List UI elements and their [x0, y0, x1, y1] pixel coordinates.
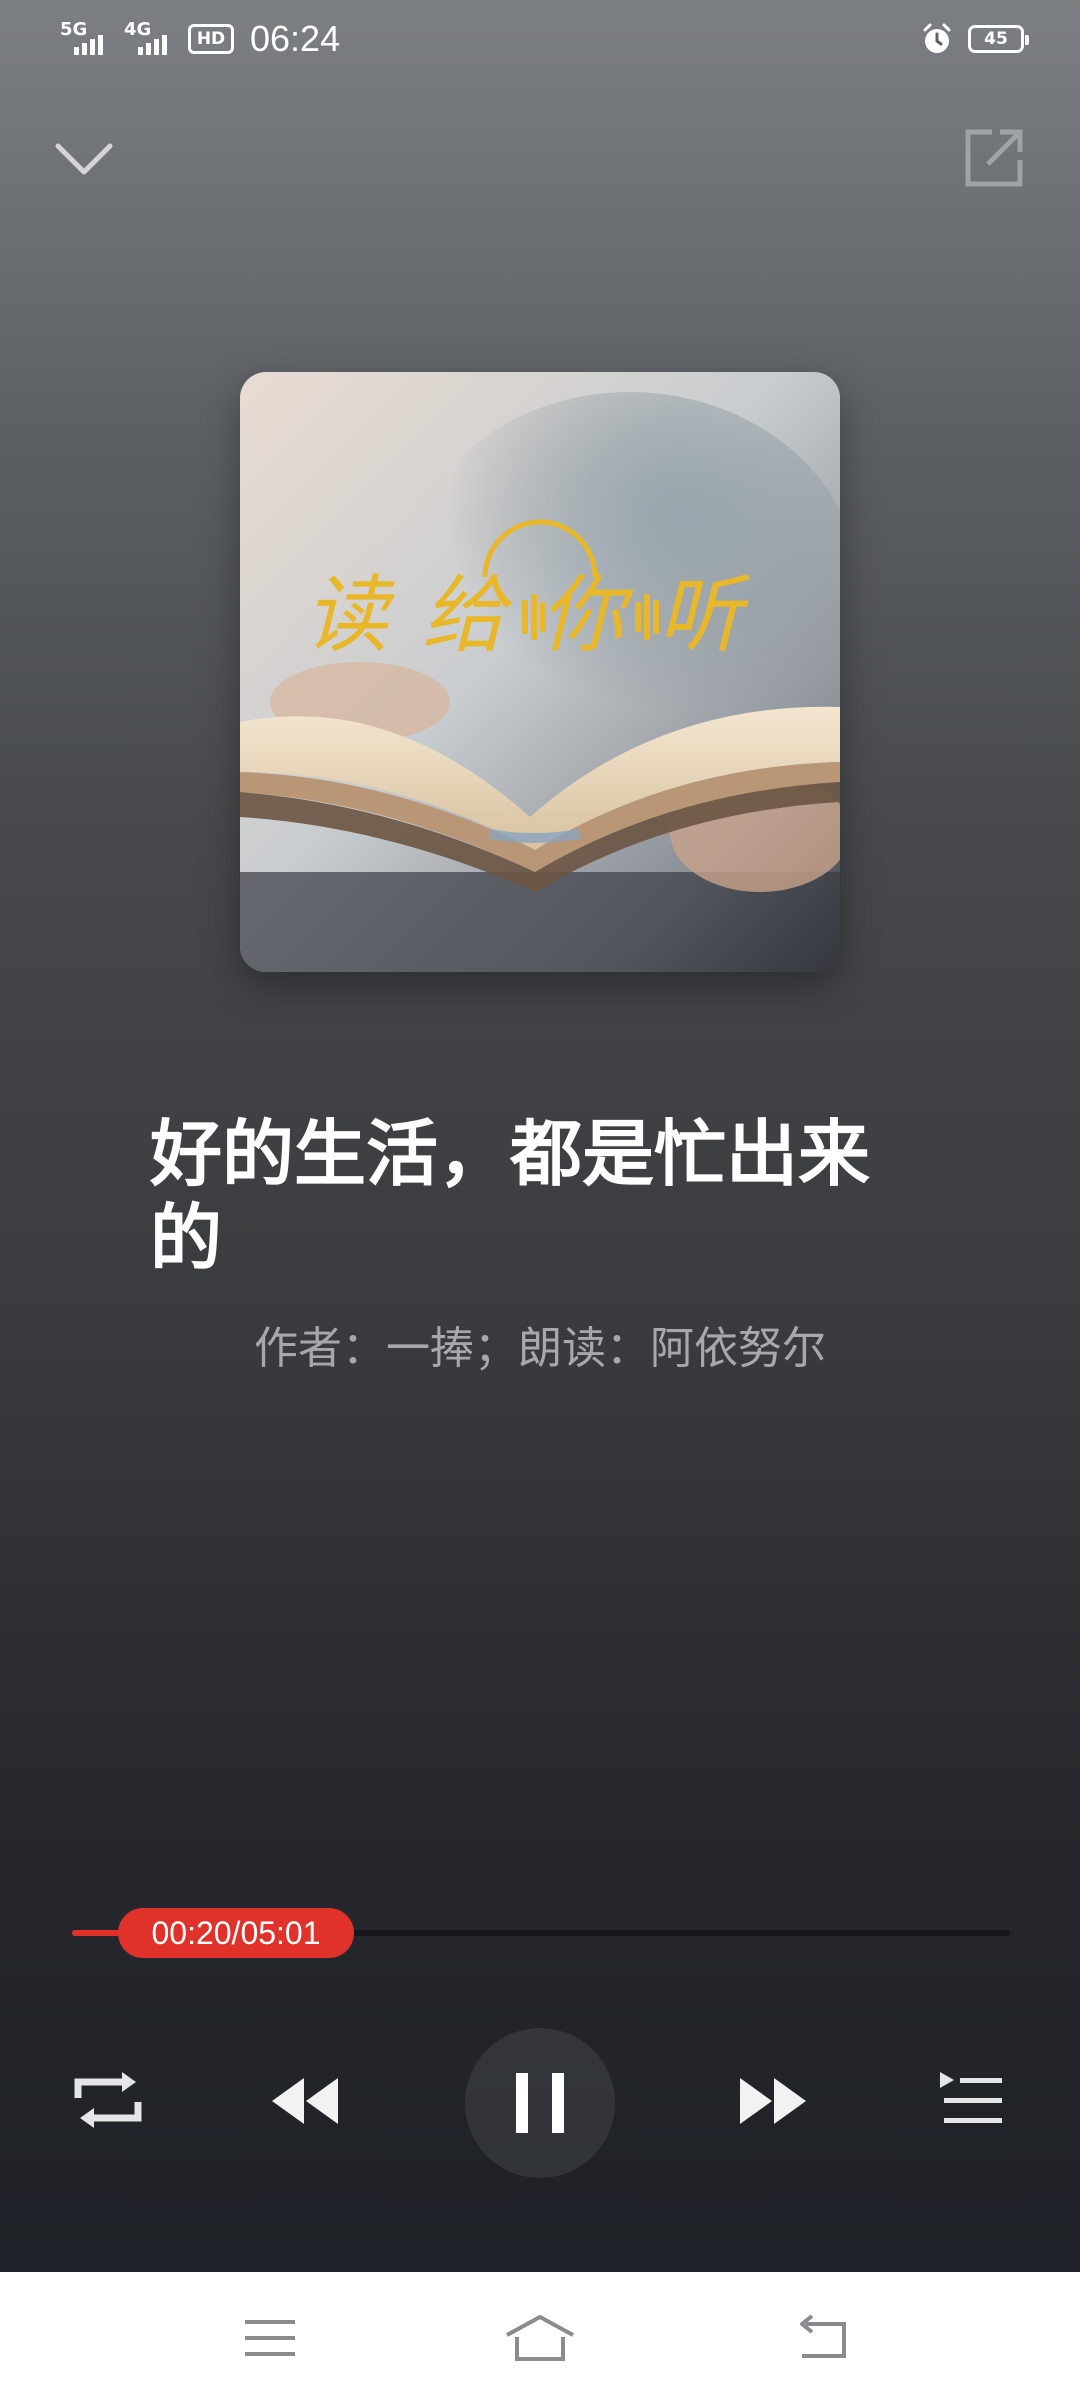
hd-voice-icon: HD [188, 24, 234, 54]
hd-label: HD [196, 29, 226, 49]
home-icon [506, 2315, 574, 2361]
share-out-icon [965, 129, 1023, 187]
nav-back-button[interactable] [782, 2308, 862, 2368]
playlist-button[interactable] [938, 2070, 1004, 2130]
rewind-button[interactable] [270, 2074, 340, 2128]
alarm-icon [923, 23, 951, 53]
track-subtitle: 作者：一捧；朗读：阿依努尔 [254, 1323, 826, 1374]
status-right: 45 [920, 22, 1029, 56]
fast-forward-icon [740, 2078, 806, 2124]
cover-image: 读给你听 [240, 372, 840, 972]
back-icon [800, 2314, 846, 2358]
system-nav-bar [0, 2272, 1080, 2400]
cover-logo-text: 读给你听 [304, 566, 776, 664]
nav-menu-button[interactable] [230, 2308, 310, 2368]
rewind-icon [272, 2078, 338, 2124]
share-button[interactable] [962, 126, 1026, 190]
battery-level: 45 [984, 29, 1008, 49]
chevron-down-icon [55, 143, 113, 175]
fast-forward-button[interactable] [738, 2074, 808, 2128]
pause-icon [516, 2073, 564, 2133]
status-bar: 5G 4G HD 06:24 45 [0, 0, 1080, 80]
signal-4g-icon: 4G [124, 19, 178, 59]
nav-home-button[interactable] [500, 2308, 580, 2368]
track-title: 好的生活，都是忙出来的 [150, 1111, 871, 1280]
signal-5g-icon: 5G [60, 19, 114, 59]
menu-icon [245, 2320, 295, 2356]
status-time: 06:24 [250, 18, 341, 59]
playlist-icon [940, 2072, 1002, 2123]
collapse-button[interactable] [52, 136, 116, 184]
album-cover: 读给你听 [240, 372, 840, 972]
battery-icon: 45 [968, 25, 1029, 53]
pause-button[interactable] [465, 2028, 615, 2178]
progress-time-thumb[interactable]: 00:20/05:01 [118, 1908, 354, 1958]
repeat-button[interactable] [72, 2068, 144, 2132]
status-left: 5G 4G HD 06:24 [60, 18, 340, 60]
repeat-icon [74, 2072, 142, 2128]
